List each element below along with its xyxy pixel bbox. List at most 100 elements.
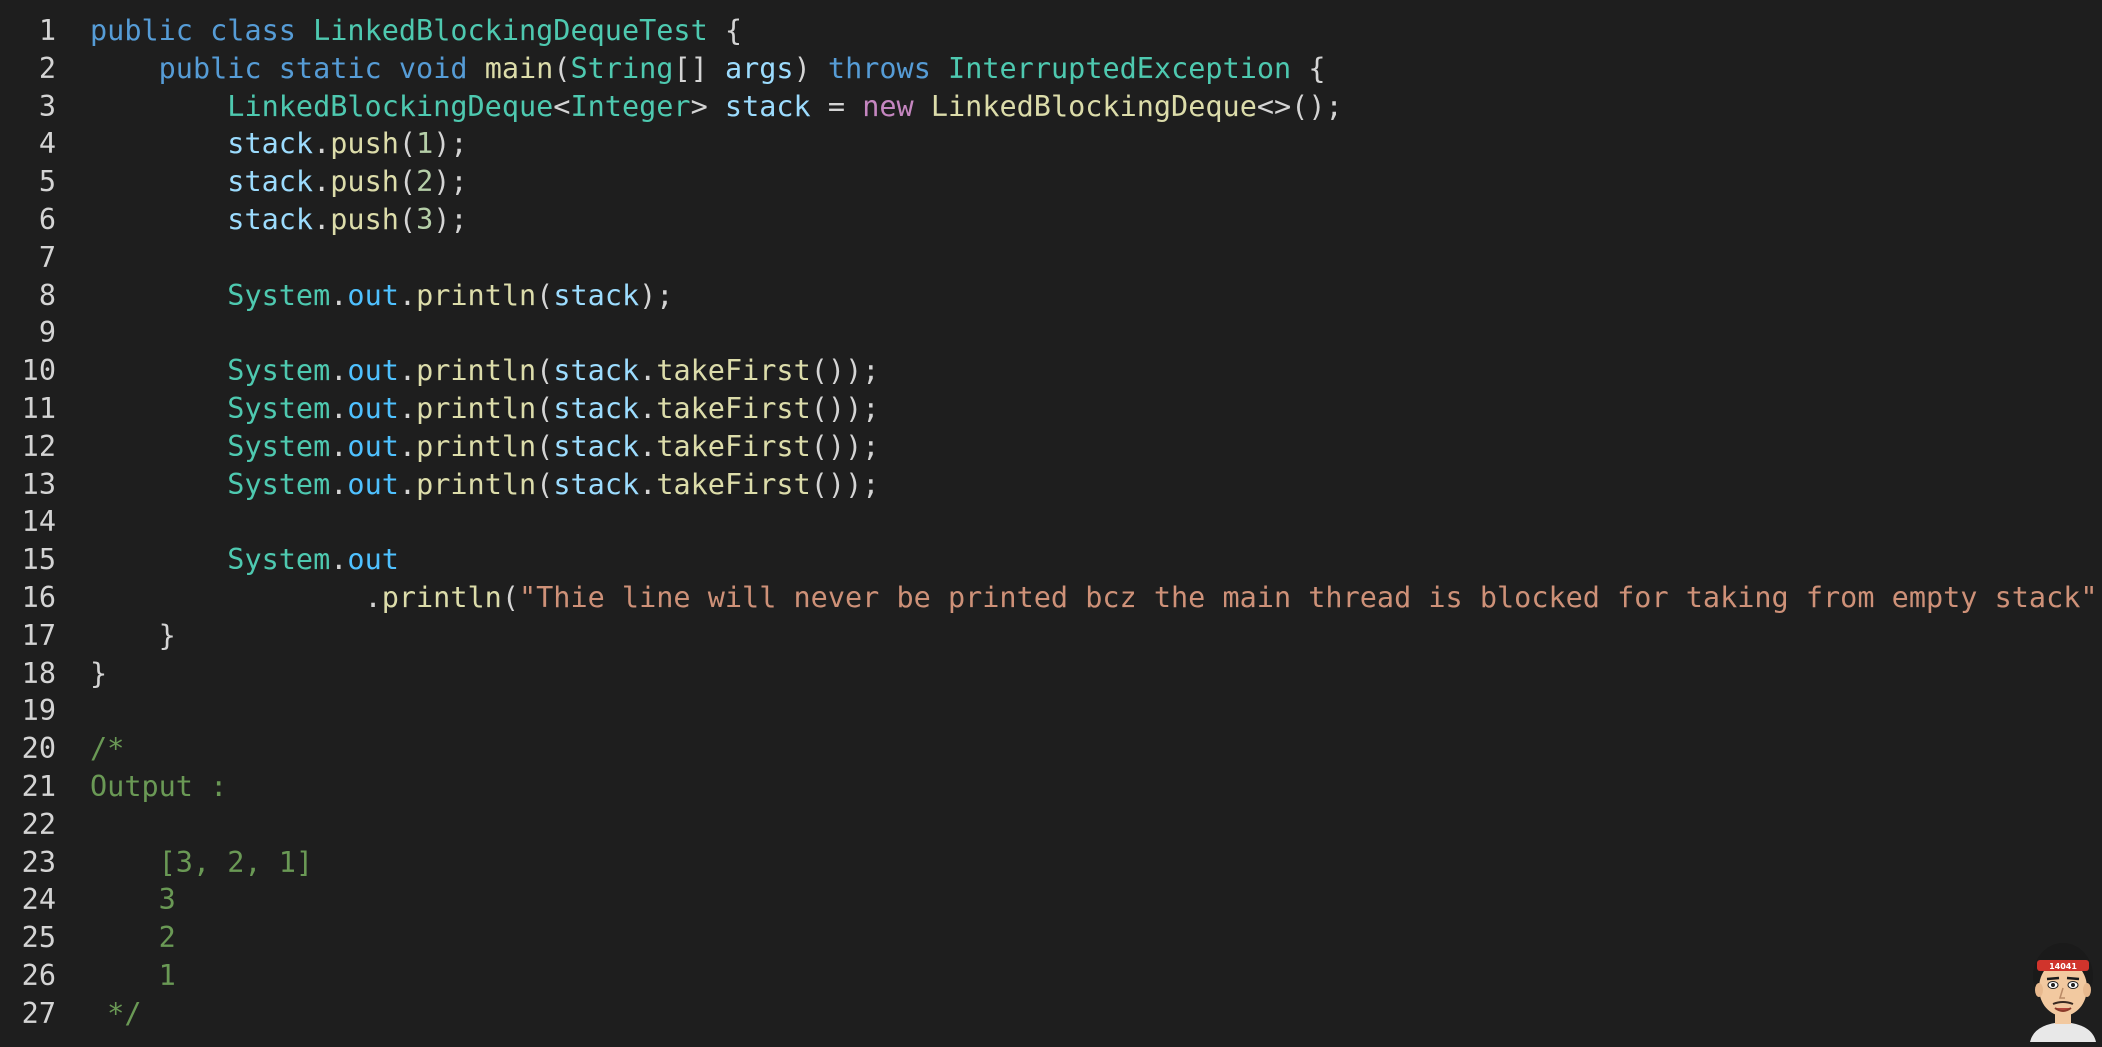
code-token: stack bbox=[724, 89, 811, 123]
code-token: stack bbox=[227, 203, 314, 236]
code-token: ( bbox=[536, 354, 554, 388]
code-token: ( bbox=[553, 51, 571, 85]
code-line[interactable]: 17 } bbox=[0, 617, 176, 655]
line-code: Output : bbox=[90, 768, 227, 806]
code-token: [3, 2, 1] bbox=[90, 845, 314, 879]
code-line[interactable]: 10 System.out.println(stack.takeFirst())… bbox=[0, 352, 880, 390]
code-token: ); bbox=[433, 203, 468, 236]
code-token: LinkedBlockingDeque bbox=[227, 89, 554, 123]
code-line[interactable]: 14 bbox=[0, 503, 56, 541]
code-line[interactable]: 4 stack.push(1); bbox=[0, 125, 468, 163]
line-code: .println("Thie line will never be printe… bbox=[90, 579, 2102, 617]
code-line[interactable]: 5 stack.push(2); bbox=[0, 163, 468, 201]
code-line[interactable]: 1 public class LinkedBlockingDequeTest { bbox=[0, 12, 742, 50]
code-token: . bbox=[398, 392, 417, 425]
code-line[interactable]: 6 stack.push(3); bbox=[0, 201, 468, 239]
code-token: ( bbox=[536, 467, 554, 501]
code-token: } bbox=[90, 618, 176, 652]
line-number: 20 bbox=[21, 732, 56, 766]
code-token: ( bbox=[501, 581, 519, 614]
code-token: . bbox=[330, 354, 348, 388]
code-token: public bbox=[158, 51, 262, 85]
code-token: println bbox=[416, 429, 537, 463]
code-line[interactable]: 16 .println("Thie line will never be pri… bbox=[0, 579, 2102, 617]
code-token: } bbox=[90, 656, 108, 690]
code-line[interactable]: 22 bbox=[0, 806, 56, 844]
code-token: public bbox=[90, 14, 193, 47]
line-number: 9 bbox=[38, 316, 56, 350]
line-number: 14 bbox=[21, 505, 56, 539]
avatar: 14041 bbox=[2024, 938, 2102, 1042]
code-line[interactable]: 15 System.out bbox=[0, 541, 399, 579]
code-token: . bbox=[398, 429, 417, 463]
code-token: LinkedBlockingDeque bbox=[930, 89, 1257, 123]
code-line[interactable]: 2 public static void main(String[] args)… bbox=[0, 50, 1326, 88]
code-token: stack bbox=[553, 467, 640, 501]
code-token: . bbox=[639, 354, 657, 388]
line-code: 1 bbox=[90, 957, 176, 995]
code-token: . bbox=[639, 429, 657, 463]
code-token: System bbox=[227, 354, 331, 388]
code-token: . bbox=[398, 354, 417, 388]
line-number: 16 bbox=[21, 581, 56, 614]
code-token: . bbox=[639, 392, 657, 425]
code-token: ( bbox=[536, 392, 554, 425]
code-token: ()); bbox=[810, 467, 880, 501]
code-line[interactable]: 11 System.out.println(stack.takeFirst())… bbox=[0, 390, 880, 428]
code-editor[interactable]: 1 public class LinkedBlockingDequeTest {2… bbox=[0, 0, 2102, 1042]
line-number: 3 bbox=[38, 89, 56, 123]
code-token: "Thie line will never be printed bcz the… bbox=[518, 581, 2098, 614]
code-token: out bbox=[347, 467, 399, 501]
code-token: new bbox=[862, 89, 914, 123]
code-line[interactable]: 27 */ bbox=[0, 995, 142, 1033]
code-token: . bbox=[90, 581, 382, 614]
code-token: . bbox=[313, 203, 331, 236]
line-code: public class LinkedBlockingDequeTest { bbox=[90, 12, 742, 50]
code-line[interactable]: 23 [3, 2, 1] bbox=[0, 844, 313, 882]
line-code: 3 bbox=[90, 881, 176, 919]
line-number: 1 bbox=[38, 14, 56, 47]
code-token: LinkedBlockingDequeTest bbox=[313, 14, 708, 47]
code-line[interactable]: 25 2 bbox=[0, 919, 176, 957]
code-token: println bbox=[416, 278, 537, 312]
code-token: . bbox=[313, 165, 331, 199]
line-number: 22 bbox=[21, 807, 56, 841]
code-line[interactable]: 9 bbox=[0, 314, 56, 352]
code-line[interactable]: 12 System.out.println(stack.takeFirst())… bbox=[0, 428, 880, 466]
code-token: { bbox=[1291, 51, 1326, 85]
code-token: ); bbox=[433, 127, 468, 161]
line-number: 21 bbox=[21, 770, 56, 803]
code-token: out bbox=[347, 392, 399, 425]
code-token: ()); bbox=[810, 429, 880, 463]
code-token: . bbox=[330, 429, 348, 463]
line-number: 2 bbox=[38, 51, 56, 85]
code-token: . bbox=[330, 392, 348, 425]
line-code: System.out bbox=[90, 541, 399, 579]
code-token: ( bbox=[398, 165, 417, 199]
code-line[interactable]: 8 System.out.println(stack); bbox=[0, 277, 674, 315]
code-line[interactable]: 26 1 bbox=[0, 957, 176, 995]
code-line[interactable]: 18} bbox=[0, 655, 108, 693]
line-number: 12 bbox=[21, 429, 56, 463]
code-line[interactable]: 13 System.out.println(stack.takeFirst())… bbox=[0, 466, 880, 504]
line-number: 17 bbox=[21, 618, 56, 652]
code-token: > bbox=[690, 89, 725, 123]
code-token: ); bbox=[2098, 581, 2102, 614]
code-token: main bbox=[484, 51, 554, 85]
code-line[interactable]: 21 Output : bbox=[0, 768, 228, 806]
code-line[interactable]: 19 bbox=[0, 692, 56, 730]
code-line[interactable]: 20 /* bbox=[0, 730, 125, 768]
code-line[interactable]: 24 3 bbox=[0, 881, 176, 919]
line-code: System.out.println(stack.takeFirst()); bbox=[90, 352, 879, 390]
code-line[interactable]: 3 LinkedBlockingDeque<Integer> stack = n… bbox=[0, 88, 1343, 126]
code-token: ( bbox=[536, 278, 554, 312]
code-line[interactable]: 7 bbox=[0, 239, 56, 277]
